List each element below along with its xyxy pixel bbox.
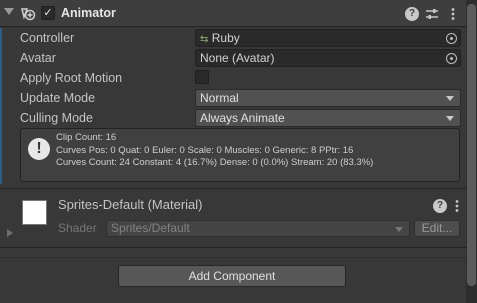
controller-value: Ruby	[211, 31, 240, 45]
chevron-down-icon	[446, 116, 454, 121]
update-mode-dropdown[interactable]: Normal	[195, 89, 461, 107]
apply-root-motion-label: Apply Root Motion	[20, 71, 123, 85]
animator-component-icon	[20, 6, 38, 22]
section-divider	[0, 257, 466, 258]
help-icon[interactable]: ?	[405, 7, 419, 21]
help-icon[interactable]: ?	[433, 199, 447, 213]
shader-value: Sprites/Default	[111, 221, 190, 235]
culling-mode-label: Culling Mode	[20, 111, 93, 125]
edit-shader-button[interactable]: Edit...	[414, 220, 460, 237]
apply-root-motion-checkbox[interactable]	[195, 70, 209, 84]
avatar-value: None (Avatar)	[200, 51, 275, 65]
section-divider	[0, 188, 466, 189]
component-enabled-checkbox[interactable]: ✓	[41, 6, 55, 20]
culling-mode-value: Always Animate	[200, 111, 285, 125]
presets-icon[interactable]	[425, 7, 439, 21]
object-picker-icon[interactable]	[446, 33, 457, 44]
controller-field[interactable]: ⇆ Ruby	[195, 29, 461, 47]
info-icon: !	[28, 138, 50, 160]
clip-count-text: Clip Count: 16	[56, 132, 117, 143]
material-preview-thumbnail	[22, 200, 47, 225]
update-mode-label: Update Mode	[20, 91, 96, 105]
selection-accent-bar	[0, 28, 2, 184]
update-mode-value: Normal	[200, 91, 239, 105]
curves-pos-text: Curves Pos: 0 Quat: 0 Euler: 0 Scale: 0 …	[56, 145, 354, 156]
animator-controller-icon: ⇆	[200, 34, 209, 45]
controller-label: Controller	[20, 31, 75, 45]
context-menu-icon[interactable]	[446, 7, 460, 21]
component-title: Animator	[61, 6, 116, 20]
shader-dropdown[interactable]: Sprites/Default	[106, 220, 410, 237]
avatar-label: Avatar	[20, 51, 56, 65]
curves-count-text: Curves Count: 24 Constant: 4 (16.7%) Den…	[56, 157, 374, 168]
context-menu-icon[interactable]	[450, 199, 464, 213]
scrollbar-thumb[interactable]	[467, 4, 476, 286]
material-foldout-arrow-icon[interactable]	[7, 229, 13, 237]
avatar-field[interactable]: None (Avatar)	[195, 49, 461, 67]
material-title: Sprites-Default (Material)	[58, 197, 203, 212]
culling-mode-dropdown[interactable]: Always Animate	[195, 109, 461, 127]
object-picker-icon[interactable]	[446, 53, 457, 64]
add-component-button[interactable]: Add Component	[118, 265, 346, 287]
foldout-arrow-icon[interactable]	[4, 8, 14, 15]
shader-label: Shader	[58, 221, 97, 235]
section-divider	[0, 247, 466, 248]
chevron-down-icon	[395, 227, 403, 232]
chevron-down-icon	[446, 96, 454, 101]
